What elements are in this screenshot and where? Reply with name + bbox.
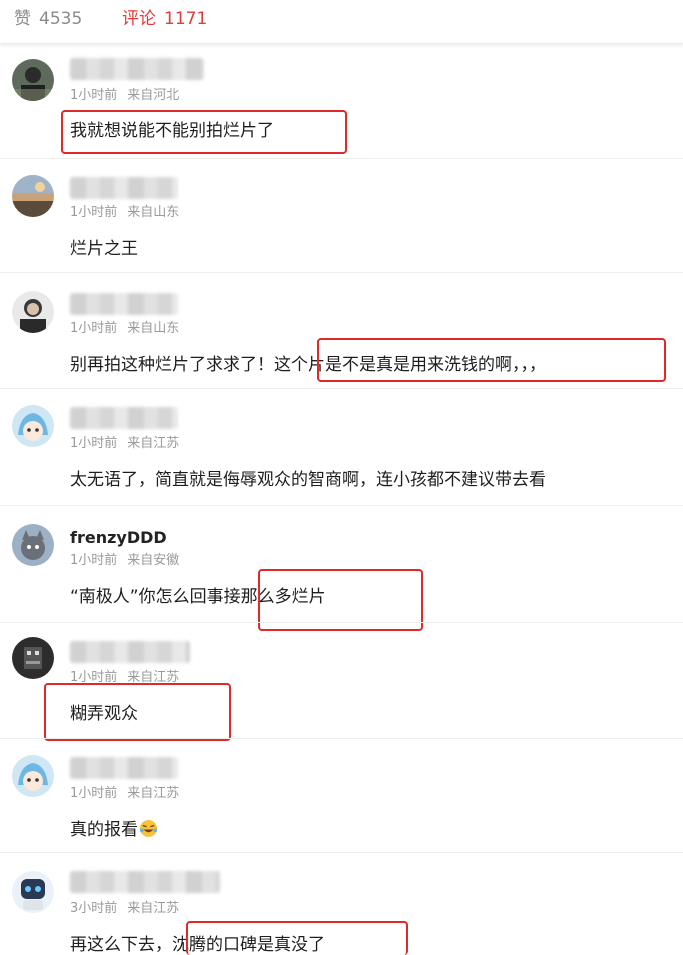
comment-time: 1小时前 <box>70 321 118 336</box>
highlight-box <box>61 110 347 154</box>
blurred-username[interactable] <box>70 58 204 80</box>
avatar[interactable] <box>12 175 54 217</box>
comment-item: 1小时前 来自江苏 太无语了，简直就是侮辱观众的智商啊，连小孩都不建议带去看 <box>0 389 683 506</box>
comment-text: 烂片之王 <box>70 239 138 259</box>
tab-likes[interactable]: 赞 4535 <box>14 4 82 29</box>
comment-tabs: 赞 4535 评论 1171 <box>0 0 683 44</box>
avatar[interactable] <box>12 59 54 101</box>
comment-location: 来自安徽 <box>127 553 180 568</box>
highlight-box <box>186 921 408 955</box>
blurred-username[interactable] <box>70 871 220 893</box>
username[interactable]: frenzyDDD <box>70 528 167 547</box>
avatar[interactable] <box>12 524 54 566</box>
comment-time: 1小时前 <box>70 553 118 568</box>
avatar[interactable] <box>12 755 54 797</box>
avatar[interactable] <box>12 637 54 679</box>
comment-item: 1小时前 来自江苏 糊弄观众 <box>0 623 683 741</box>
comment-location: 来自江苏 <box>127 901 180 916</box>
tab-comments[interactable]: 评论 1171 <box>122 4 207 29</box>
comment-item: 1小时前 来自河北 我就想说能不能别拍烂片了 <box>0 46 683 159</box>
comment-text: 真的报看 <box>70 815 158 840</box>
comment-text: 太无语了，简直就是侮辱观众的智商啊，连小孩都不建议带去看 <box>70 470 546 490</box>
comment-location: 来自河北 <box>127 88 180 103</box>
avatar[interactable] <box>12 871 54 913</box>
laugh-cry-emoji-icon <box>139 819 158 838</box>
comment-location: 来自山东 <box>127 321 180 336</box>
blurred-username[interactable] <box>70 407 178 429</box>
tab-likes-label: 赞 <box>14 9 31 29</box>
comment-meta: 1小时前 来自江苏 <box>70 782 179 801</box>
comment-location: 来自江苏 <box>127 786 180 801</box>
comment-item: 3小时前 来自江苏 再这么下去，沈腾的口碑是真没了 <box>0 853 683 955</box>
comment-location: 来自江苏 <box>127 436 180 451</box>
comment-meta: 1小时前 来自江苏 <box>70 432 179 451</box>
comment-location: 来自山东 <box>127 205 180 220</box>
comment-item: 1小时前 来自江苏 真的报看 <box>0 739 683 853</box>
comment-meta: 1小时前 来自山东 <box>70 317 179 336</box>
avatar[interactable] <box>12 405 54 447</box>
comment-meta: 3小时前 来自江苏 <box>70 897 179 916</box>
comment-meta: 1小时前 来自安徽 <box>70 549 179 568</box>
tab-likes-count: 4535 <box>39 9 83 29</box>
avatar[interactable] <box>12 291 54 333</box>
blurred-username[interactable] <box>70 177 178 199</box>
comment-item: frenzyDDD 1小时前 来自安徽 “南极人”你怎么回事接那么多烂片 <box>0 506 683 631</box>
comment-time: 1小时前 <box>70 88 118 103</box>
comment-meta: 1小时前 来自河北 <box>70 84 179 103</box>
highlight-box <box>44 683 231 741</box>
comment-item: 1小时前 来自山东 别再拍这种烂片了求求了！这个片是不是真是用来洗钱的啊，，， <box>0 273 683 389</box>
comment-text-content: 真的报看 <box>70 820 138 840</box>
blurred-username[interactable] <box>70 641 190 663</box>
comment-time: 1小时前 <box>70 436 118 451</box>
blurred-username[interactable] <box>70 293 178 315</box>
tab-comments-label: 评论 <box>122 9 156 29</box>
highlight-box <box>317 338 666 382</box>
comment-time: 1小时前 <box>70 786 118 801</box>
comment-item: 1小时前 来自山东 烂片之王 <box>0 159 683 273</box>
blurred-username[interactable] <box>70 757 178 779</box>
comment-meta: 1小时前 来自山东 <box>70 201 179 220</box>
tab-comments-count: 1171 <box>164 9 208 29</box>
comment-time: 1小时前 <box>70 205 118 220</box>
comment-time: 3小时前 <box>70 901 118 916</box>
